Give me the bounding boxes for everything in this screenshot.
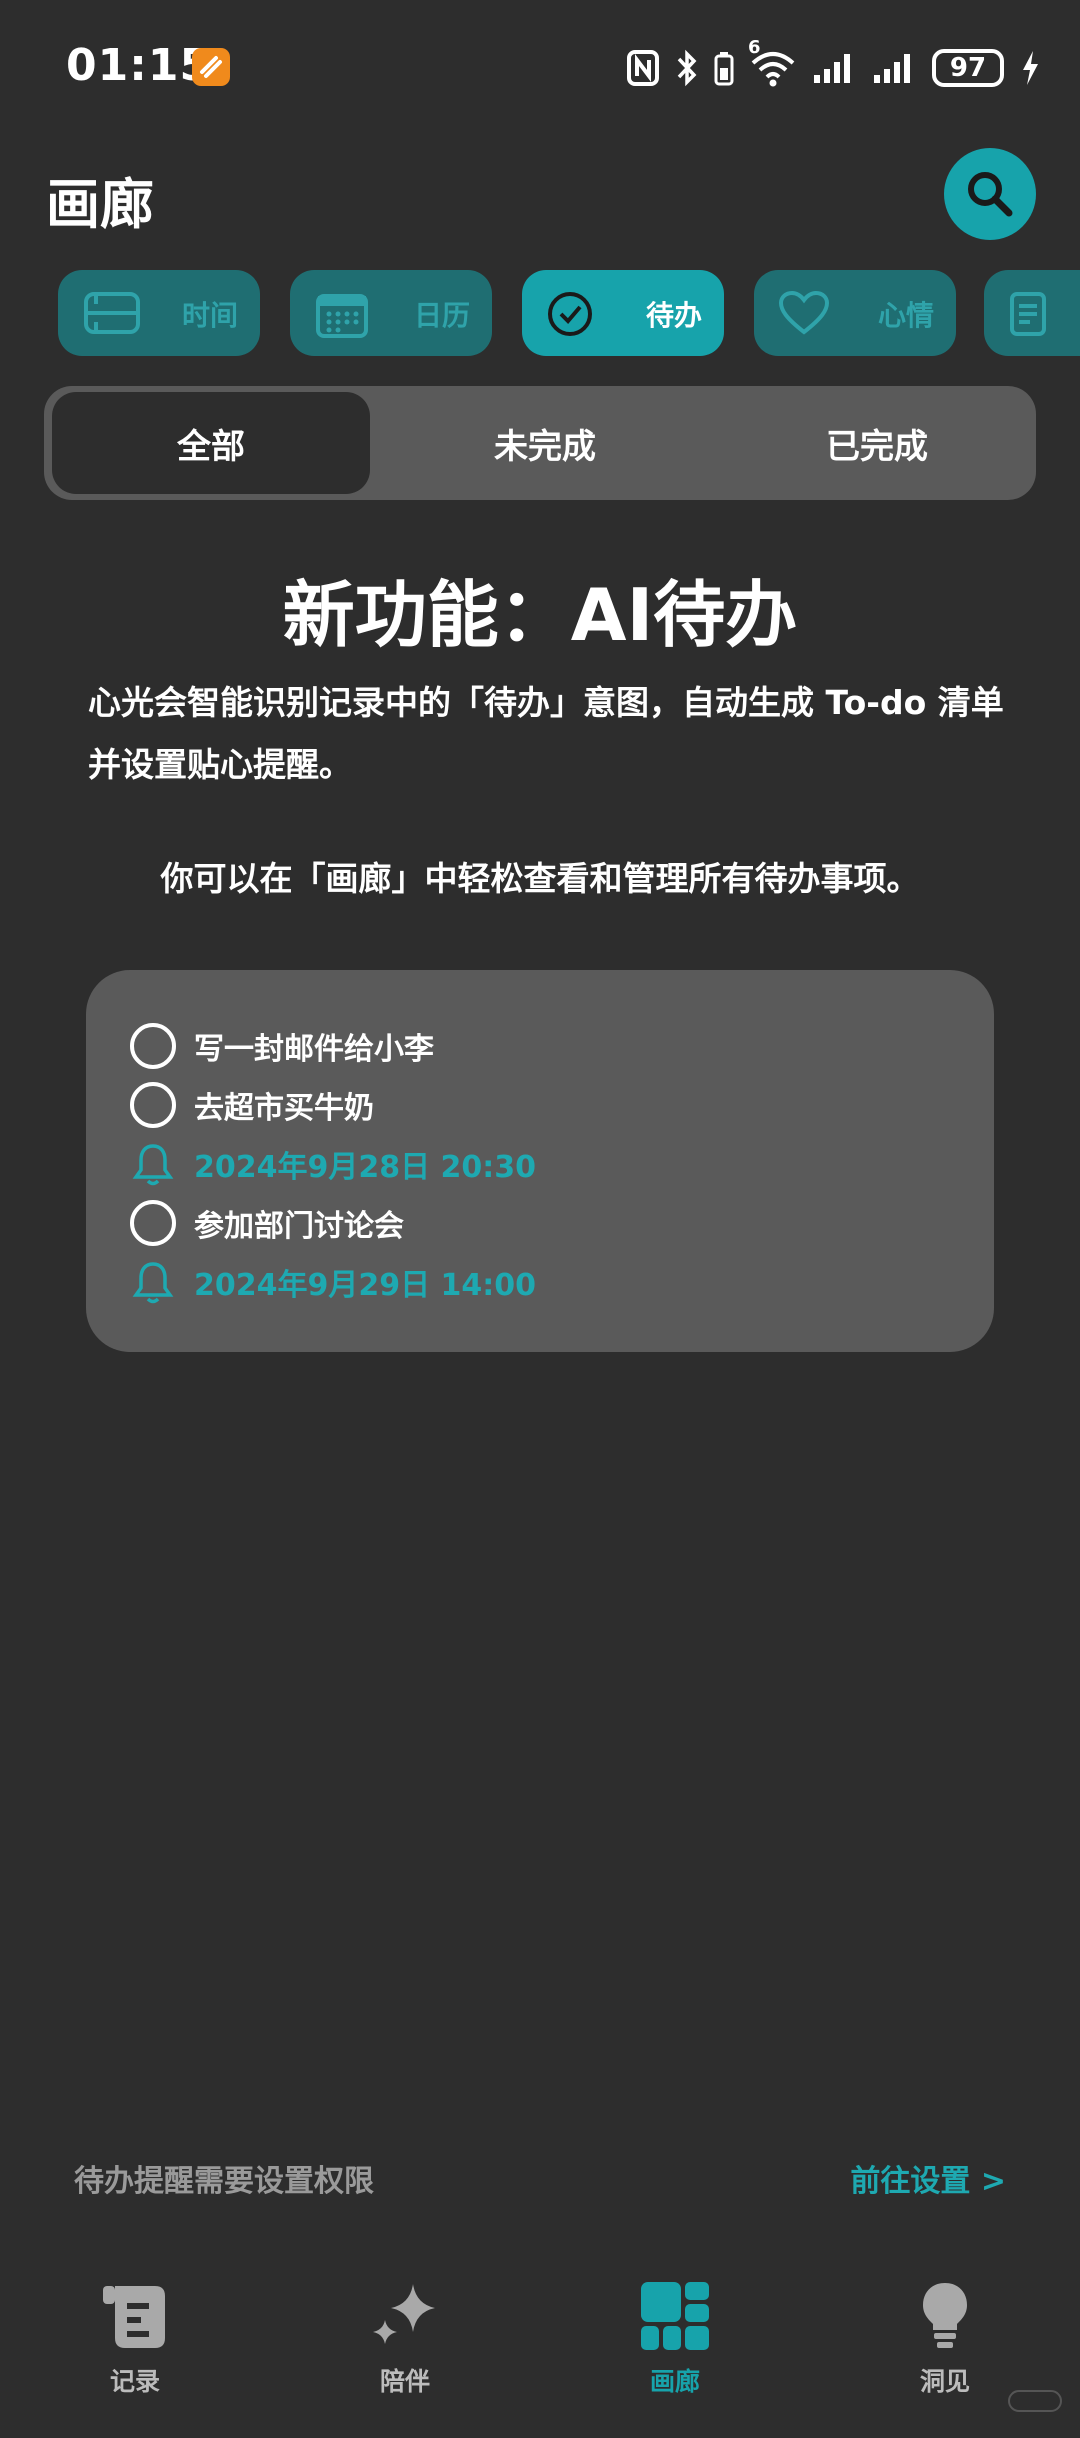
chip-todo-label: 待办 [645,299,702,332]
timeline-icon [84,292,140,334]
todo-text: 写一封邮件给小李 [194,1032,434,1067]
charging-icon [1023,51,1038,85]
wifi-indicator: 6 [748,37,796,87]
reminder-time: 2024年9月28日 20:30 [194,1150,537,1185]
signal-icon-2 [874,54,910,83]
todo-item: 写一封邮件给小李 [130,1017,434,1075]
app-notification-icon [192,48,230,86]
nav-gallery-label: 画廊 [649,2367,700,2396]
todo-item: 参加部门讨论会 [130,1194,404,1252]
todo-reminder: 2024年9月29日 14:00 [130,1253,536,1311]
chip-todo[interactable]: 待办 [522,270,724,356]
nav-journal-label: 记录 [109,2367,160,2396]
status-icons: 6 97 [626,37,1040,92]
corner-badge [1008,2390,1062,2412]
nav-journal[interactable]: 记录 [0,2270,270,2400]
journal-icon [103,2286,165,2348]
todo-reminder: 2024年9月28日 20:30 [130,1135,536,1193]
nav-insight[interactable]: 洞见 [810,2270,1080,2400]
feature-note: 你可以在「画廊」中轻松查看和管理所有待办事项。 [160,859,920,898]
feature-description: 心光会智能识别记录中的「待办」意图，自动生成 To-do 清单并设置贴心提醒。 [88,683,1004,784]
todo-checkbox [130,1023,176,1069]
heart-icon [778,290,830,335]
todo-text: 参加部门讨论会 [194,1209,404,1244]
filter-all[interactable]: 全部 [52,392,370,494]
network-type-label: 6 [748,37,761,58]
page-title: 画廊 [46,173,154,236]
calendar-icon [316,294,368,338]
notes-icon [1010,292,1046,336]
signal-icon-1 [814,54,850,83]
bottom-nav: 记录 陪伴 画廊 洞见 [0,2270,1080,2438]
search-icon [968,172,1013,217]
status-filter: 全部 未完成 已完成 [44,386,1036,500]
bluetooth-icon [677,49,697,87]
chip-time[interactable]: 时间 [58,270,260,356]
todo-text: 去超市买牛奶 [194,1091,374,1126]
gallery-icon [641,2282,709,2350]
reminder-time: 2024年9月29日 14:00 [194,1268,537,1303]
nav-gallery[interactable]: 画廊 [540,2270,810,2400]
lightbulb-icon [923,2283,967,2348]
go-to-settings-link[interactable]: 前往设置 > [850,2156,1006,2200]
chip-mood-label: 心情 [877,299,934,332]
nav-companion-label: 陪伴 [379,2367,430,2396]
search-button[interactable] [944,148,1036,240]
sparkle-icon [373,2284,435,2344]
bell-icon [132,1144,174,1186]
nfc-icon [627,50,659,86]
chip-mood[interactable]: 心情 [754,270,956,356]
battery-indicator: 97 [932,49,1004,87]
todo-checkbox [130,1082,176,1128]
chip-time-label: 时间 [181,299,238,332]
chip-calendar[interactable]: 日历 [290,270,492,356]
nav-companion[interactable]: 陪伴 [270,2270,540,2400]
todo-item: 去超市买牛奶 [130,1076,374,1134]
battery-saver-icon [714,52,734,86]
filter-completed[interactable]: 已完成 [718,392,1036,494]
sample-todo-card: 写一封邮件给小李 去超市买牛奶 2024年9月28日 20:30 参加部门讨论会… [86,970,994,1352]
filter-incomplete[interactable]: 未完成 [386,392,704,494]
status-bar: 01:15 6 97 [0,0,1080,130]
chip-calendar-label: 日历 [413,299,470,332]
permission-hint: 待办提醒需要设置权限 [74,2164,374,2199]
feature-title: 新功能：AI待办 [282,573,798,657]
gallery-screen: 01:15 6 97 画廊 时间 日历 待办 心情 全部 未完成 已完成 新功能… [0,0,1080,2438]
check-circle-icon [548,292,592,336]
status-time: 01:15 [66,40,212,91]
bell-icon [132,1262,174,1304]
todo-checkbox [130,1200,176,1246]
category-chips: 时间 日历 待办 心情 [0,270,1080,356]
chip-notes[interactable] [984,270,1080,356]
